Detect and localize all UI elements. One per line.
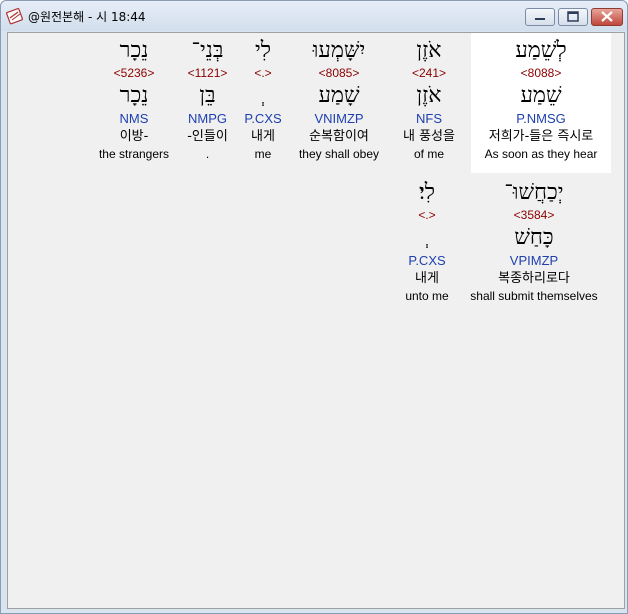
word-card-selected[interactable]: לְשֵׁמַע <8088> שֵׁמַע P.NMSG 저희가-들은 즉시로… xyxy=(471,37,611,162)
lexical-form: נֵכָר xyxy=(119,83,149,108)
lexical-form: ְ xyxy=(392,223,462,253)
korean-gloss: 내게 xyxy=(251,129,275,144)
word-card[interactable]: יְכַחֲשׁוּ־ <3584> כָּחַשׁ VPIMZP 복종하리로다… xyxy=(463,179,605,304)
maximize-button[interactable] xyxy=(558,8,588,26)
english-gloss: . xyxy=(205,147,210,161)
title-bar[interactable]: @원전본해 - 시 18:44 xyxy=(1,1,627,31)
strong-number[interactable]: <3584> xyxy=(463,207,605,223)
parsing-code: VPIMZP xyxy=(509,253,559,268)
strong-number[interactable]: <5236> xyxy=(88,65,180,81)
hebrew-word: לְשֵׁמַע xyxy=(515,38,567,63)
hebrew-word: נֵכָר xyxy=(119,38,149,63)
word-card[interactable]: לִי <.> ְ P.CXS 내게 me xyxy=(238,37,288,162)
lexical-form: שָׁמַע xyxy=(318,83,360,108)
korean-gloss: 내 풍성을 xyxy=(403,129,455,144)
interlinear-view[interactable]: נֵכָר <5236> נֵכָר NMS 이방- the strangers… xyxy=(7,32,625,609)
word-card[interactable]: אֹזֶן <241> אֹזֶן NFS 내 풍성을 of me xyxy=(392,37,466,162)
strong-number[interactable]: <241> xyxy=(392,65,466,81)
word-card[interactable]: יִשָּׁמְעוּ <8085> שָׁמַע VNIMZP 순복함이여 t… xyxy=(291,37,387,162)
bible-app-icon xyxy=(6,7,24,25)
parsing-code: NMPG xyxy=(188,111,227,126)
window-title: @원전본해 - 시 18:44 xyxy=(28,10,146,24)
hebrew-word: בְּנֵי־ xyxy=(191,38,224,63)
korean-gloss: 이방- xyxy=(119,129,149,144)
english-gloss: As soon as they hear xyxy=(484,147,598,161)
parsing-code: NFS xyxy=(416,111,442,126)
english-gloss: of me xyxy=(413,147,444,161)
english-gloss: me xyxy=(254,147,272,161)
parsing-code: P.CXS xyxy=(244,111,282,126)
parsing-code: VNIMZP xyxy=(314,111,364,126)
hebrew-word: לִי׃ xyxy=(418,180,436,205)
word-card[interactable]: נֵכָר <5236> נֵכָר NMS 이방- the strangers xyxy=(88,37,180,162)
lexical-form: ְ xyxy=(238,81,288,111)
hebrew-word: אֹזֶן xyxy=(416,38,442,63)
minimize-button[interactable] xyxy=(525,8,555,26)
strong-number[interactable]: <8085> xyxy=(291,65,387,81)
english-gloss: they shall obey xyxy=(298,147,380,161)
korean-gloss: 복종하리로다 xyxy=(498,271,570,286)
maximize-icon xyxy=(567,11,579,22)
lexical-form: אֹזֶן xyxy=(416,83,442,108)
minimize-icon xyxy=(535,18,545,20)
close-button[interactable] xyxy=(591,8,623,26)
lexical-form: כָּחַשׁ xyxy=(514,225,554,250)
app-window: @원전본해 - 시 18:44 נֵכָר <5236> נֵכָר NMS 이… xyxy=(0,0,628,614)
strong-number[interactable]: <.> xyxy=(238,65,288,81)
close-icon xyxy=(601,11,613,22)
korean-gloss: -인들이 xyxy=(187,129,228,144)
english-gloss: shall submit themselves xyxy=(470,289,598,303)
hebrew-word: יִשָּׁמְעוּ xyxy=(312,38,366,63)
parsing-code: P.CXS xyxy=(408,253,446,268)
strong-number[interactable]: <1121> xyxy=(180,65,235,81)
korean-gloss: 내게 xyxy=(415,271,439,286)
lexical-form: בֵּן xyxy=(199,83,216,108)
strong-number[interactable]: <8088> xyxy=(471,65,611,81)
strong-number[interactable]: <.> xyxy=(392,207,462,223)
korean-gloss: 순복함이여 xyxy=(309,129,369,144)
english-gloss: the strangers xyxy=(98,147,170,161)
parsing-code: NMS xyxy=(119,111,149,126)
korean-gloss: 저희가-들은 즉시로 xyxy=(488,129,594,144)
lexical-form: שֵׁמַע xyxy=(520,83,562,108)
parsing-code: P.NMSG xyxy=(516,111,566,126)
word-card[interactable]: לִי׃ <.> ְ P.CXS 내게 unto me xyxy=(392,179,462,304)
hebrew-word: יְכַחֲשׁוּ־ xyxy=(504,180,564,205)
english-gloss: unto me xyxy=(405,289,449,303)
word-card[interactable]: בְּנֵי־ <1121> בֵּן NMPG -인들이 . xyxy=(180,37,235,162)
hebrew-word: לִי xyxy=(254,38,272,63)
